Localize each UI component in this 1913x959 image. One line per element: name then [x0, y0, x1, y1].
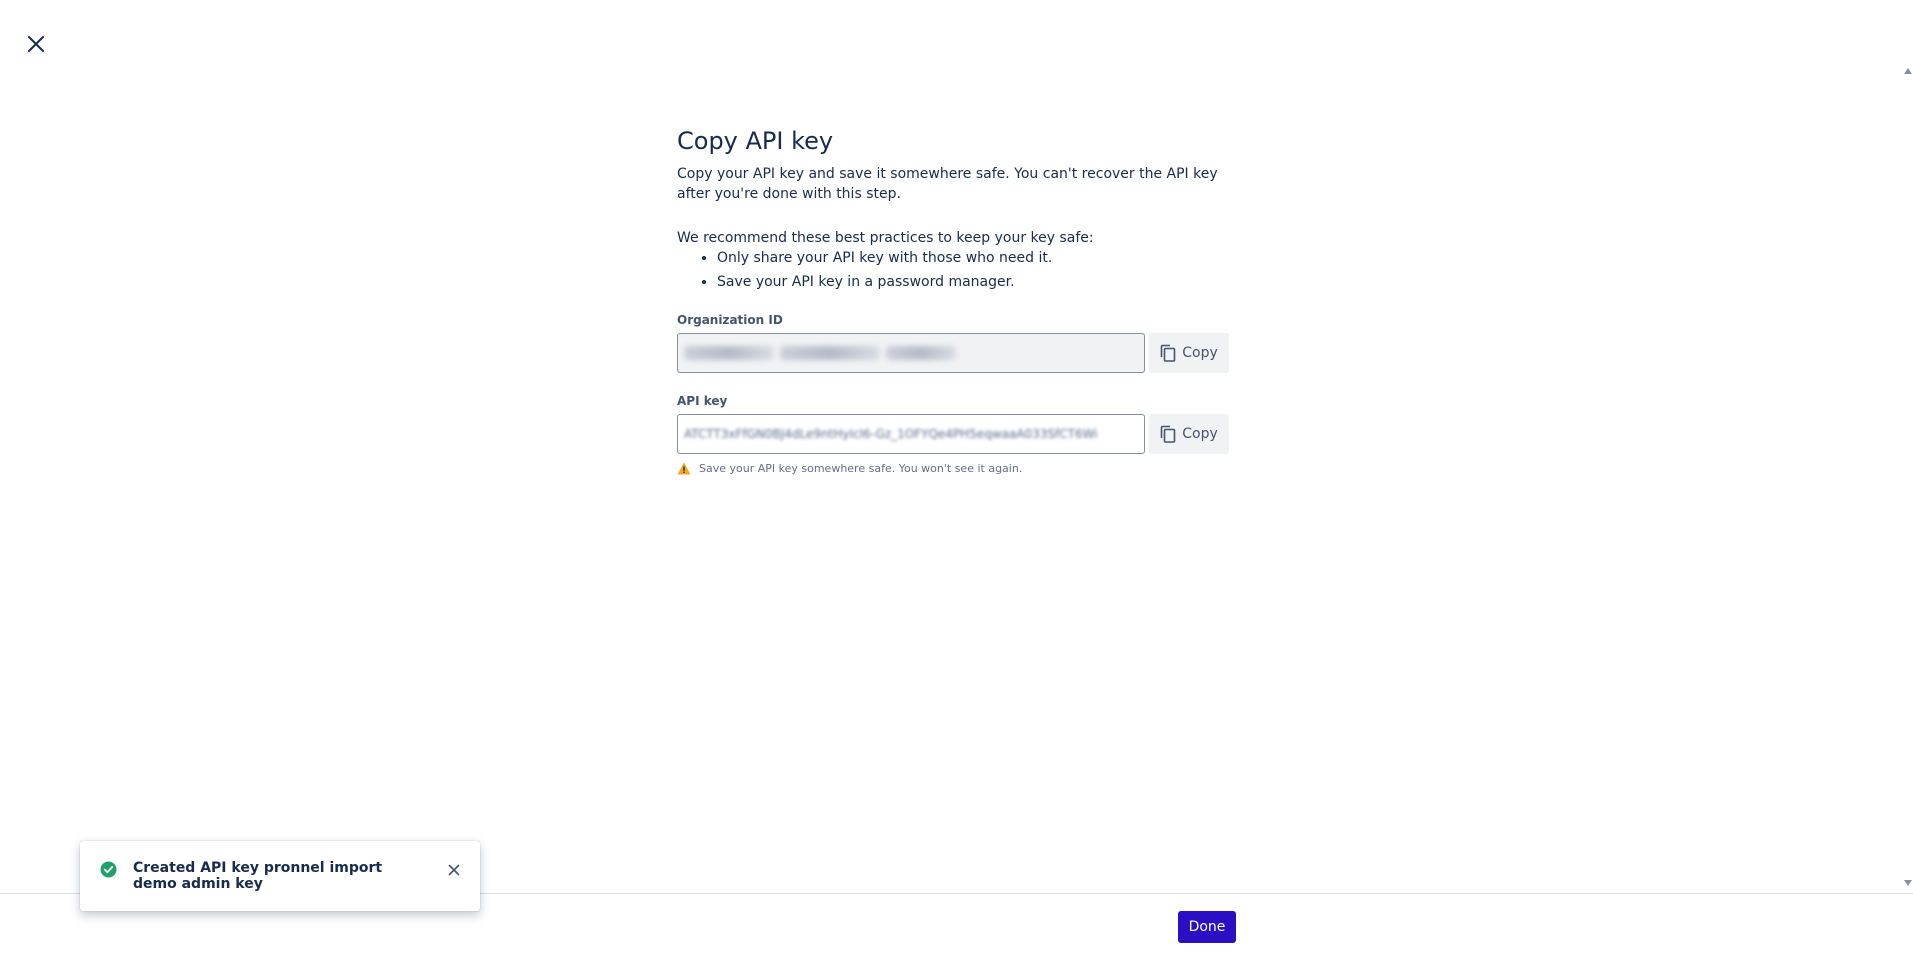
check-circle-icon	[100, 861, 117, 882]
close-button[interactable]	[22, 30, 50, 58]
copy-organization-id-button[interactable]: Copy	[1149, 333, 1229, 373]
copy-label: Copy	[1182, 426, 1218, 442]
organization-id-input[interactable]	[677, 333, 1145, 373]
close-icon	[28, 36, 44, 52]
dialog-content: Copy API key Copy your API key and save …	[677, 126, 1229, 475]
dialog-description: Copy your API key and save it somewhere …	[677, 166, 1218, 202]
copy-icon	[1160, 425, 1176, 443]
copy-api-key-button[interactable]: Copy	[1149, 414, 1229, 454]
api-key-label: API key	[677, 394, 728, 408]
best-practices-intro: We recommend these best practices to kee…	[677, 230, 1094, 246]
toast-message: Created API key pronnel import demo admi…	[133, 860, 383, 892]
scroll-up-arrow[interactable]	[1903, 66, 1913, 76]
best-practices-list: Only share your API key with those who n…	[717, 248, 1229, 292]
page-title: Copy API key	[677, 127, 834, 155]
warning-text: Save your API key somewhere safe. You wo…	[699, 462, 1023, 475]
close-icon	[448, 864, 460, 876]
organization-id-label: Organization ID	[677, 313, 783, 327]
list-item: Save your API key in a password manager.	[717, 272, 1229, 292]
triangle-up-icon	[1904, 68, 1912, 74]
organization-id-field: Organization ID Copy	[677, 312, 1229, 373]
toast-close-button[interactable]	[444, 860, 464, 880]
copy-label: Copy	[1182, 345, 1218, 361]
warning-icon	[677, 462, 691, 475]
copy-icon	[1160, 344, 1176, 362]
organization-id-row: Copy	[677, 333, 1229, 373]
api-key-value: ATCTT3xFfGN0BJ4dLe9ntHyIcI6-Gz_1OFYQe4PH…	[684, 427, 1098, 441]
scroll-down-arrow[interactable]	[1903, 878, 1913, 888]
api-key-input[interactable]: ATCTT3xFfGN0BJ4dLe9ntHyIcI6-Gz_1OFYQe4PH…	[677, 414, 1145, 454]
done-button[interactable]: Done	[1178, 911, 1236, 943]
list-item: Only share your API key with those who n…	[717, 248, 1229, 268]
api-key-row: ATCTT3xFfGN0BJ4dLe9ntHyIcI6-Gz_1OFYQe4PH…	[677, 414, 1229, 454]
organization-id-value-redacted	[684, 346, 956, 360]
success-toast: Created API key pronnel import demo admi…	[80, 841, 480, 911]
copy-api-key-page: Copy API key Copy your API key and save …	[0, 0, 1913, 959]
api-key-warning: Save your API key somewhere safe. You wo…	[677, 462, 1229, 475]
triangle-down-icon	[1904, 880, 1912, 886]
api-key-field: API key ATCTT3xFfGN0BJ4dLe9ntHyIcI6-Gz_1…	[677, 393, 1229, 475]
